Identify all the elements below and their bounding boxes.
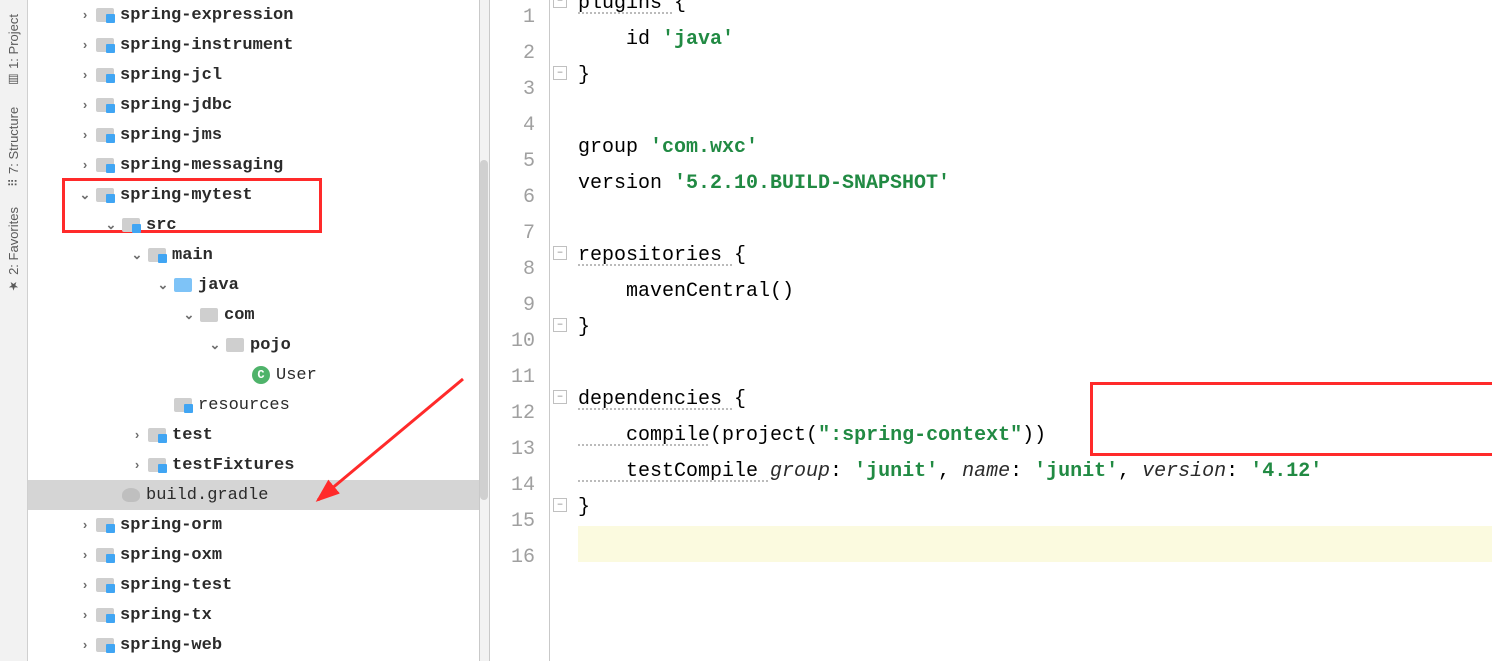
tree-item[interactable]: ›testFixtures (28, 450, 479, 480)
tree-item[interactable]: ›spring-messaging (28, 150, 479, 180)
tree-item[interactable]: ⌄main (28, 240, 479, 270)
tree-item[interactable]: ›spring-jdbc (28, 90, 479, 120)
fold-toggle[interactable]: – (553, 246, 567, 260)
tree-item-spring-mytest[interactable]: ⌄spring-mytest (28, 180, 479, 210)
module-icon (96, 8, 114, 22)
code-editor[interactable]: 1234 5678 9101112 13141516 – – – – – – p… (490, 0, 1492, 661)
module-icon (96, 158, 114, 172)
tree-item[interactable]: ⌄pojo (28, 330, 479, 360)
tree-item[interactable]: ›spring-expression (28, 0, 479, 30)
source-folder-icon (174, 278, 192, 292)
module-icon (96, 638, 114, 652)
tree-item-class[interactable]: ·CUser (28, 360, 479, 390)
module-icon (96, 518, 114, 532)
resources-icon (174, 398, 192, 412)
fold-toggle[interactable]: – (553, 66, 567, 80)
module-icon (96, 38, 114, 52)
module-icon (96, 68, 114, 82)
fold-column[interactable]: – – – – – – (550, 0, 572, 661)
tree-item[interactable]: ›spring-oxm (28, 540, 479, 570)
tree-item[interactable]: ⌄com (28, 300, 479, 330)
fold-toggle[interactable]: – (553, 0, 567, 8)
tree-item[interactable]: ›spring-web (28, 630, 479, 660)
module-icon (96, 608, 114, 622)
tree-item[interactable]: ›spring-orm (28, 510, 479, 540)
fold-toggle[interactable]: – (553, 318, 567, 332)
package-icon (200, 308, 218, 322)
tab-favorites[interactable]: ★2: Favorites (6, 197, 21, 303)
tree-item[interactable]: ›spring-jcl (28, 60, 479, 90)
tree-item[interactable]: ·resources (28, 390, 479, 420)
tree-item[interactable]: ⌄java (28, 270, 479, 300)
class-icon: C (252, 366, 270, 384)
package-icon (226, 338, 244, 352)
fold-toggle[interactable]: – (553, 498, 567, 512)
module-icon (148, 458, 166, 472)
tree-item[interactable]: ›spring-test (28, 570, 479, 600)
tree-item[interactable]: ›spring-jms (28, 120, 479, 150)
tree-item[interactable]: ›spring-tx (28, 600, 479, 630)
tree-item[interactable]: ›spring-instrument (28, 30, 479, 60)
module-icon (122, 218, 140, 232)
module-icon (96, 188, 114, 202)
gradle-icon (122, 488, 140, 502)
tab-project[interactable]: ▤1: Project (6, 4, 21, 97)
module-icon (96, 128, 114, 142)
module-icon (148, 428, 166, 442)
module-icon (96, 578, 114, 592)
code-area[interactable]: plugins { id 'java' } group 'com.wxc' ve… (572, 0, 1492, 661)
project-tree[interactable]: ›spring-expression ›spring-instrument ›s… (28, 0, 480, 661)
splitter[interactable] (480, 0, 490, 661)
tree-item-build-gradle[interactable]: ·build.gradle (28, 480, 479, 510)
fold-toggle[interactable]: – (553, 390, 567, 404)
tool-window-bar: ▤1: Project ⠿7: Structure ★2: Favorites (0, 0, 28, 661)
line-gutter: 1234 5678 9101112 13141516 (490, 0, 550, 661)
tree-item[interactable]: ›test (28, 420, 479, 450)
module-icon (96, 98, 114, 112)
module-icon (148, 248, 166, 262)
tab-structure[interactable]: ⠿7: Structure (6, 97, 21, 197)
tree-item[interactable]: ⌄src (28, 210, 479, 240)
module-icon (96, 548, 114, 562)
